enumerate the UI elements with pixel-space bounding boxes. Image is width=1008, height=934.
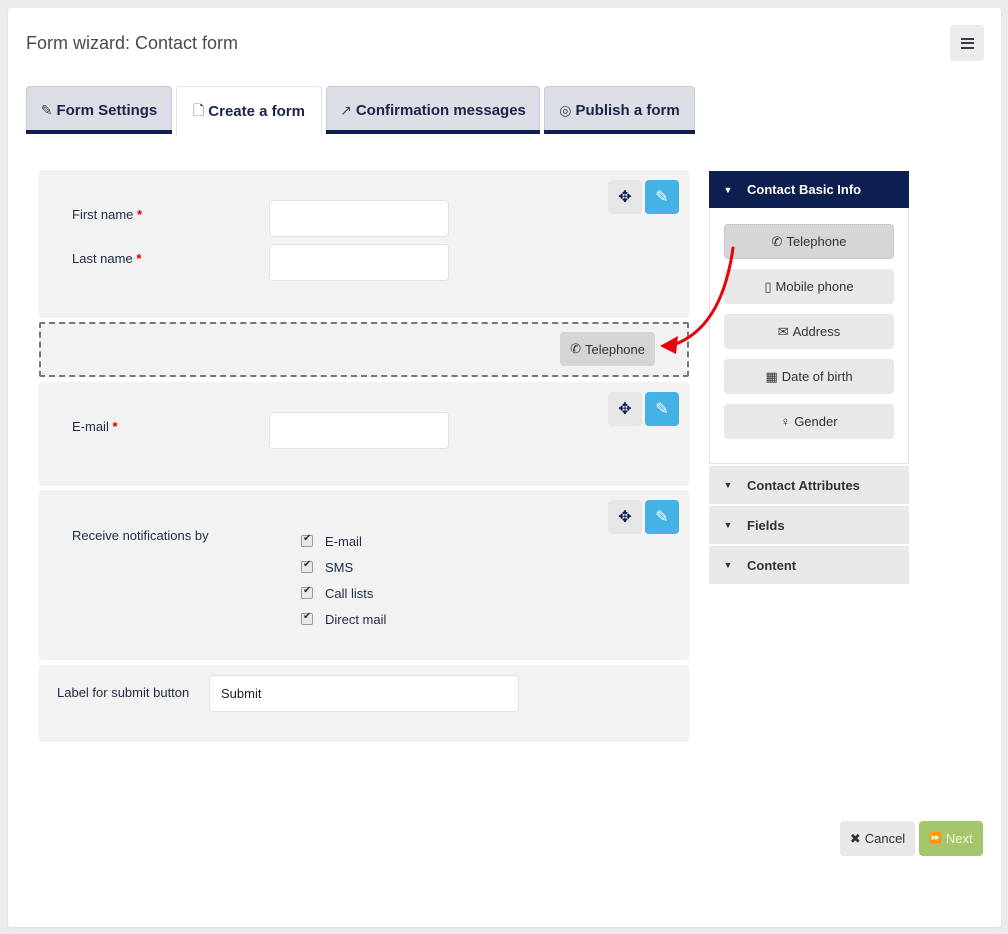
eye-icon: ◎ — [559, 102, 572, 118]
calendar-icon: ▦ — [765, 368, 778, 384]
section-fields[interactable]: ▼ Fields — [709, 506, 909, 544]
triangle-down-icon: ▼ — [723, 184, 733, 195]
close-icon: ✖ — [849, 830, 861, 846]
item-label: Date of birth — [781, 369, 853, 384]
button-label: Cancel — [864, 831, 906, 846]
palette-item-gender[interactable]: ♀ Gender — [724, 404, 894, 439]
item-label: Address — [792, 324, 841, 339]
drop-zone[interactable]: ✆ Telephone — [39, 322, 689, 377]
file-icon: 🗋 — [193, 101, 205, 118]
edit-icon: ✎ — [655, 401, 669, 418]
edit-icon: ✎ — [655, 509, 669, 526]
form-block-email: E-mail * ✥ ✎ — [39, 382, 689, 486]
checkbox-option[interactable]: Direct mail — [301, 606, 386, 632]
option-label: SMS — [325, 559, 354, 575]
tab-publish-form[interactable]: ◎ Publish a form — [544, 86, 695, 134]
envelope-icon: ✉ — [777, 323, 789, 339]
checkbox[interactable] — [301, 533, 313, 547]
first-name-input[interactable] — [269, 200, 449, 237]
last-name-input[interactable] — [269, 244, 449, 281]
checkbox-option[interactable]: SMS — [301, 554, 386, 580]
checkbox[interactable] — [301, 585, 313, 599]
section-title: Contact Attributes — [747, 477, 860, 493]
wizard-window: Form wizard: Contact form ✎ Form Setting… — [8, 8, 1001, 927]
phone-icon: ✆ — [771, 233, 783, 249]
palette-item-date-of-birth[interactable]: ▦ Date of birth — [724, 359, 894, 394]
notifications-options: E-mail SMS Call lists Direct mail — [301, 528, 386, 632]
required-mark: * — [136, 251, 142, 266]
checkbox-option[interactable]: E-mail — [301, 528, 386, 554]
tab-label: Form Settings — [56, 102, 158, 119]
last-name-label: Last name * — [72, 251, 142, 266]
section-title: Contact Basic Info — [747, 182, 862, 197]
section-content[interactable]: ▼ Content — [709, 546, 909, 584]
option-label: E-mail — [325, 533, 362, 549]
move-icon: ✥ — [618, 509, 632, 526]
move-icon: ✥ — [618, 401, 632, 418]
edit-button[interactable]: ✎ — [645, 180, 679, 214]
move-button[interactable]: ✥ — [608, 180, 642, 214]
required-mark: * — [137, 207, 143, 222]
triangle-down-icon: ▼ — [723, 520, 733, 530]
tab-create-form[interactable]: 🗋 Create a form — [176, 86, 322, 136]
move-icon: ✥ — [618, 189, 632, 206]
tab-label: Create a form — [208, 103, 305, 120]
submit-label-label: Label for submit button — [57, 685, 190, 700]
form-block-name: First name * Last name * ✥ ✎ — [39, 170, 689, 318]
page-title: Form wizard: Contact form — [26, 33, 239, 53]
section-contact-attributes[interactable]: ▼ Contact Attributes — [709, 466, 909, 504]
palette-item-telephone[interactable]: ✆ Telephone — [724, 224, 894, 259]
section-title: Fields — [747, 517, 785, 533]
dragged-telephone-chip[interactable]: ✆ Telephone — [560, 332, 655, 366]
section-contact-basic-info[interactable]: ▼ Contact Basic Info — [709, 171, 909, 208]
tab-label: Publish a form — [575, 102, 680, 119]
section-title: Content — [747, 557, 797, 573]
edit-icon: ✎ — [40, 102, 53, 118]
share-icon: ↗ — [340, 102, 352, 118]
email-input[interactable] — [269, 412, 449, 449]
triangle-down-icon: ▼ — [723, 560, 733, 570]
triangle-down-icon: ▼ — [723, 480, 733, 490]
form-block-submit: Label for submit button Submit — [39, 665, 689, 742]
field-palette: ▼ Contact Basic Info ✆ Telephone ▯ Mobile … — [709, 171, 909, 584]
palette-item-address[interactable]: ✉ Address — [724, 314, 894, 349]
checkbox[interactable] — [301, 611, 313, 625]
button-label: Next — [945, 831, 973, 846]
palette-items: ✆ Telephone ▯ Mobile phone ✉ Address ▦ Date … — [709, 208, 909, 464]
edit-button[interactable]: ✎ — [645, 392, 679, 426]
option-label: Direct mail — [325, 611, 387, 627]
fast-forward-icon: ⏩ — [929, 833, 942, 844]
notifications-label: Receive notifications by — [72, 528, 209, 543]
mobile-icon: ▯ — [764, 278, 772, 294]
next-button[interactable]: ⏩ Next — [919, 821, 983, 856]
palette-item-mobile-phone[interactable]: ▯ Mobile phone — [724, 269, 894, 304]
first-name-label: First name * — [72, 207, 143, 222]
gender-icon: ♀ — [780, 414, 791, 429]
phone-icon: ✆ — [570, 341, 581, 356]
cancel-button[interactable]: ✖ Cancel — [840, 821, 915, 856]
checkbox-option[interactable]: Call lists — [301, 580, 386, 606]
item-label: Gender — [794, 414, 838, 429]
required-mark: * — [112, 419, 118, 434]
tab-form-settings[interactable]: ✎ Form Settings — [26, 86, 172, 134]
menu-button[interactable] — [950, 25, 984, 61]
move-button[interactable]: ✥ — [608, 500, 642, 534]
form-block-notifications: Receive notifications by E-mail SMS Call… — [39, 490, 689, 660]
item-label: Telephone — [786, 234, 847, 249]
option-label: Call lists — [325, 585, 374, 601]
chip-label: Telephone — [585, 341, 645, 357]
edit-button[interactable]: ✎ — [645, 500, 679, 534]
move-button[interactable]: ✥ — [608, 392, 642, 426]
submit-label-input[interactable]: Submit — [209, 675, 519, 712]
email-label: E-mail * — [72, 419, 118, 434]
edit-icon: ✎ — [655, 189, 669, 206]
tab-confirmation-messages[interactable]: ↗ Confirmation messages — [326, 86, 540, 134]
tab-label: Confirmation messages — [355, 102, 526, 119]
hamburger-icon — [960, 37, 974, 49]
item-label: Mobile phone — [775, 279, 854, 294]
checkbox[interactable] — [301, 559, 313, 573]
